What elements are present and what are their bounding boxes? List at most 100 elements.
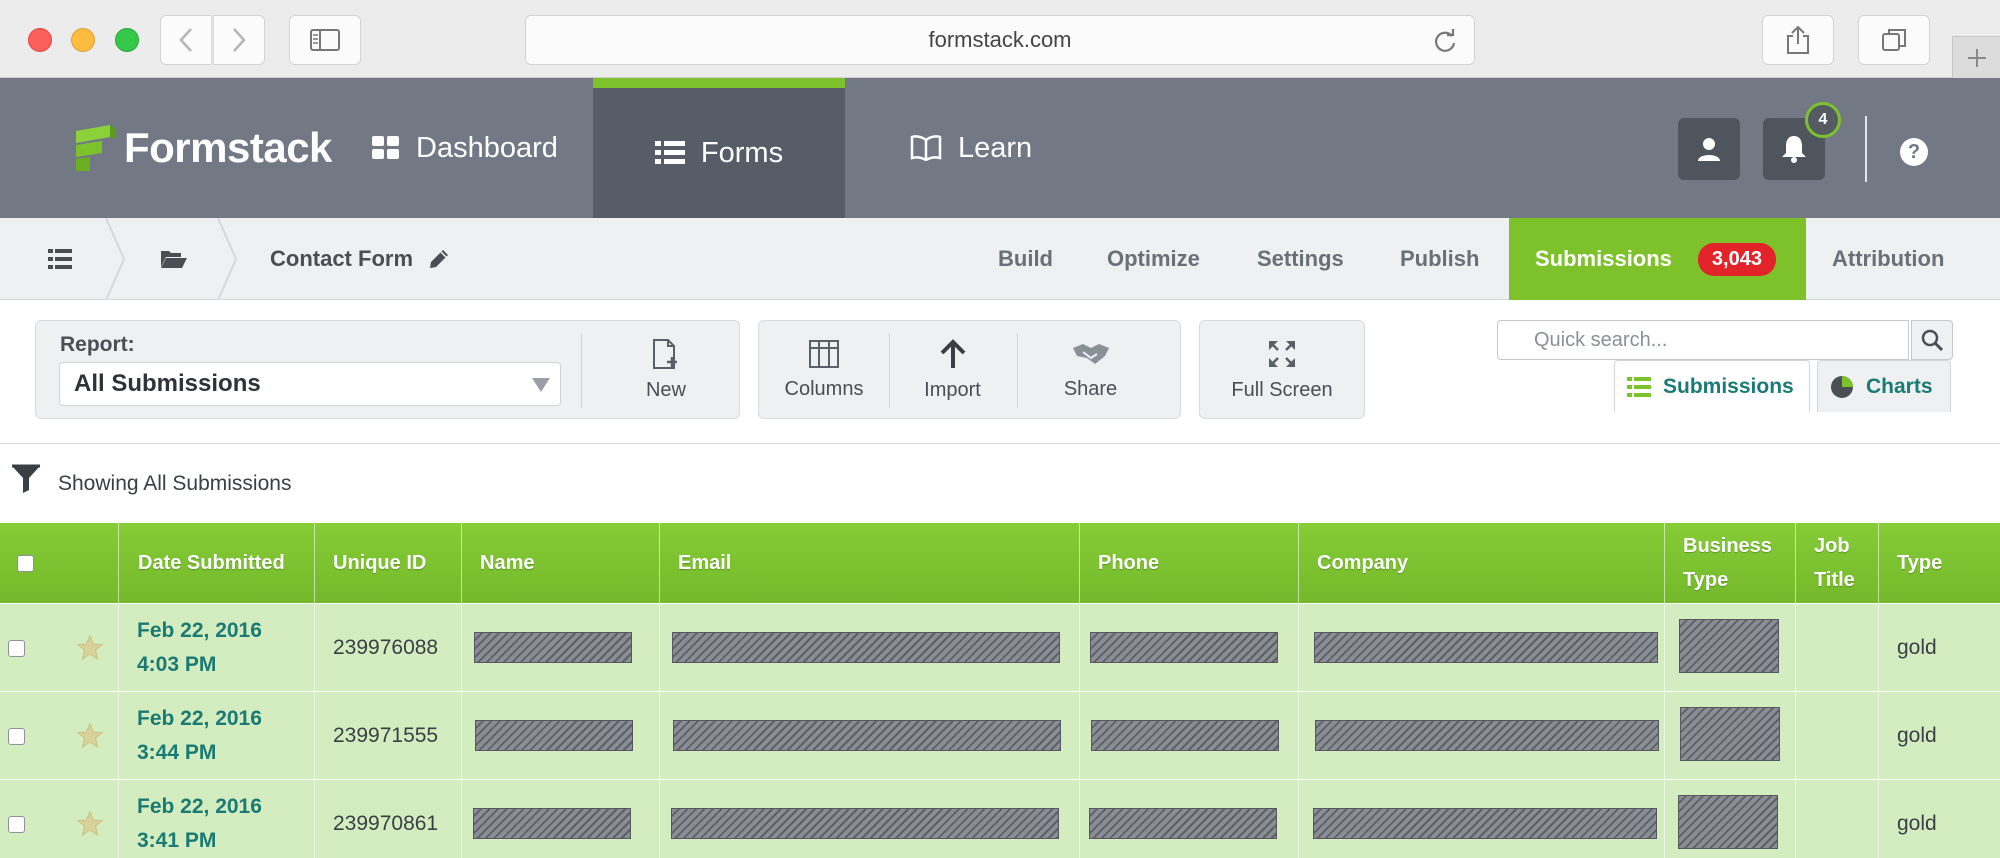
header-email[interactable]: Email: [668, 523, 731, 603]
sidebar-toggle-button[interactable]: [289, 15, 361, 65]
type-cell: gold: [1897, 812, 1937, 835]
header-name[interactable]: Name: [470, 523, 534, 603]
form-title[interactable]: Contact Form: [270, 218, 451, 300]
columns-button[interactable]: Columns: [759, 321, 889, 420]
column-divider: [314, 523, 315, 858]
report-select[interactable]: All Submissions: [59, 362, 561, 406]
tab-settings[interactable]: Settings: [1257, 218, 1344, 300]
date-cell[interactable]: Feb 22, 2016 3:44 PM: [123, 692, 262, 780]
pencil-icon[interactable]: [427, 247, 451, 271]
header-date-submitted[interactable]: Date Submitted: [128, 523, 313, 603]
chevron-right-icon: [233, 28, 246, 52]
redacted-business-type: [1678, 795, 1778, 849]
view-tab-submissions-label: Submissions: [1663, 374, 1794, 398]
time-text: 4:03 PM: [137, 653, 217, 676]
header-type[interactable]: Type: [1887, 523, 1942, 603]
redacted-email: [671, 808, 1059, 839]
minimize-window-button[interactable]: [71, 28, 95, 52]
header-business-type[interactable]: Business Type: [1673, 523, 1783, 603]
forward-button[interactable]: [213, 15, 265, 65]
header-unique-id[interactable]: Unique ID: [323, 523, 426, 603]
nav-dashboard[interactable]: Dashboard: [372, 78, 592, 218]
filter-bar: Showing All Submissions: [0, 443, 2000, 523]
help-icon[interactable]: ?: [1900, 138, 1928, 166]
new-report-button[interactable]: New: [596, 321, 736, 420]
import-button[interactable]: Import: [890, 321, 1015, 420]
reload-icon[interactable]: [1432, 28, 1458, 54]
fullscreen-label: Full Screen: [1231, 379, 1333, 401]
view-tab-submissions[interactable]: Submissions: [1614, 360, 1810, 412]
redacted-phone: [1090, 632, 1278, 663]
submissions-count-badge: 3,043: [1697, 242, 1776, 276]
back-button[interactable]: [160, 15, 212, 65]
nav-learn[interactable]: Learn: [910, 78, 1070, 218]
redacted-company: [1315, 720, 1659, 751]
breadcrumb-separator: [217, 218, 238, 300]
row-checkbox-cell: [8, 692, 25, 780]
breadcrumb-folder[interactable]: [161, 218, 187, 300]
share-label: Share: [1063, 378, 1118, 400]
view-tab-charts[interactable]: Charts: [1817, 360, 1951, 412]
plus-icon: [1967, 48, 1986, 67]
share-browser-button[interactable]: [1762, 15, 1834, 65]
column-divider: [118, 523, 119, 858]
column-divider: [1878, 523, 1879, 858]
filter-status-text: Showing All Submissions: [58, 472, 292, 495]
search-button[interactable]: [1911, 320, 1953, 360]
breadcrumb-forms-list[interactable]: [48, 218, 72, 300]
column-divider: [1298, 523, 1299, 858]
fullscreen-button[interactable]: Full Screen: [1200, 321, 1364, 420]
handshake-icon: [1072, 344, 1109, 364]
new-tab-button[interactable]: [1952, 36, 2000, 78]
close-window-button[interactable]: [28, 28, 52, 52]
header-job-title[interactable]: Job Title: [1804, 523, 1874, 603]
search-icon: [1921, 329, 1944, 352]
tab-publish[interactable]: Publish: [1400, 218, 1479, 300]
formstack-logo[interactable]: Formstack: [70, 120, 332, 176]
tab-optimize[interactable]: Optimize: [1107, 218, 1200, 300]
star-icon[interactable]: [76, 780, 104, 858]
user-icon: [1698, 138, 1720, 161]
columns-icon: [809, 340, 839, 368]
time-text: 3:41 PM: [137, 829, 217, 852]
tabs-icon: [1882, 29, 1906, 51]
tabs-overview-button[interactable]: [1858, 15, 1930, 65]
form-title-text: Contact Form: [270, 246, 413, 271]
filter-icon[interactable]: [10, 464, 42, 494]
star-icon[interactable]: [76, 604, 104, 692]
row-checkbox[interactable]: [8, 815, 25, 833]
star-icon[interactable]: [76, 692, 104, 780]
breadcrumb-separator: [105, 218, 126, 300]
nav-forms[interactable]: Forms: [593, 78, 845, 218]
type-cell: gold: [1897, 724, 1937, 747]
share-button[interactable]: Share: [1018, 321, 1163, 420]
url-text: formstack.com: [928, 27, 1072, 52]
date-cell[interactable]: Feb 22, 2016 4:03 PM: [123, 604, 262, 692]
submissions-toolbar: Report: All Submissions New Columns Impo…: [0, 300, 2000, 443]
header-company[interactable]: Company: [1307, 523, 1408, 603]
checkbox[interactable]: [17, 554, 34, 572]
row-checkbox[interactable]: [8, 727, 25, 745]
chevron-left-icon: [179, 28, 192, 52]
nav-forms-label: Forms: [700, 136, 784, 169]
table-row[interactable]: Feb 22, 2016 3:44 PM 239971555 gold: [0, 691, 2000, 779]
pie-chart-icon: [1831, 375, 1853, 398]
column-divider: [461, 523, 462, 858]
tab-attribution[interactable]: Attribution: [1832, 218, 1944, 300]
redacted-company: [1314, 632, 1658, 663]
quick-search-input[interactable]: Quick search...: [1497, 320, 1909, 360]
table-row[interactable]: Feb 22, 2016 4:03 PM 239976088 gold: [0, 603, 2000, 691]
tab-build[interactable]: Build: [998, 218, 1053, 300]
header-phone[interactable]: Phone: [1088, 523, 1159, 603]
row-checkbox[interactable]: [8, 639, 25, 657]
toolbar-divider: [581, 333, 582, 408]
tab-submissions[interactable]: Submissions 3,043: [1509, 218, 1806, 300]
unique-id-cell: 239976088: [333, 636, 439, 659]
select-all-checkbox[interactable]: [7, 523, 34, 603]
date-cell[interactable]: Feb 22, 2016 3:41 PM: [123, 780, 262, 858]
address-bar[interactable]: formstack.com: [525, 15, 1475, 65]
redacted-phone: [1091, 720, 1279, 751]
zoom-window-button[interactable]: [115, 28, 139, 52]
account-button[interactable]: [1678, 118, 1740, 180]
table-row[interactable]: Feb 22, 2016 3:41 PM 239970861 gold: [0, 779, 2000, 858]
